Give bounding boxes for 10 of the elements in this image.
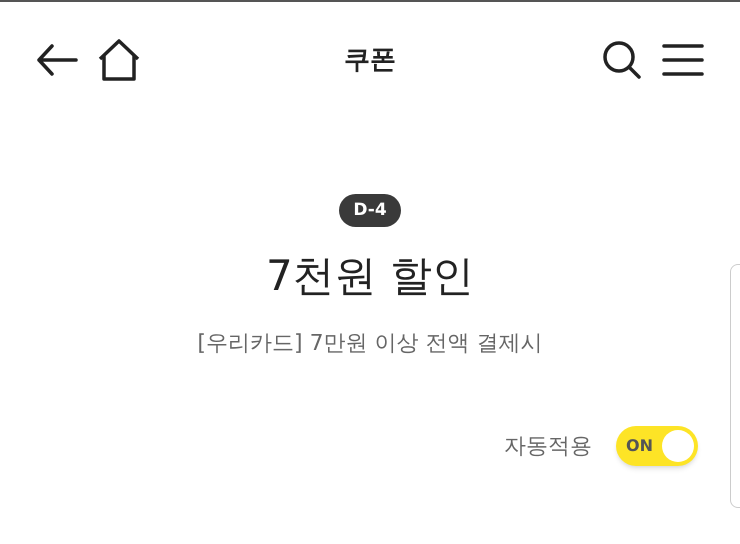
coupon-title: 7천원 할인 — [266, 255, 474, 297]
menu-icon[interactable] — [662, 43, 704, 77]
page-title: 쿠폰 — [344, 44, 396, 76]
search-icon[interactable] — [602, 40, 642, 80]
auto-apply-label: 자동적용 — [504, 432, 592, 460]
auto-apply-toggle[interactable]: ON — [616, 426, 698, 466]
back-icon[interactable] — [36, 43, 78, 77]
coupon-condition: [우리카드] 7만원 이상 전액 결제시 — [197, 330, 543, 358]
days-left-badge: D-4 — [339, 194, 401, 227]
home-icon[interactable] — [98, 39, 140, 81]
